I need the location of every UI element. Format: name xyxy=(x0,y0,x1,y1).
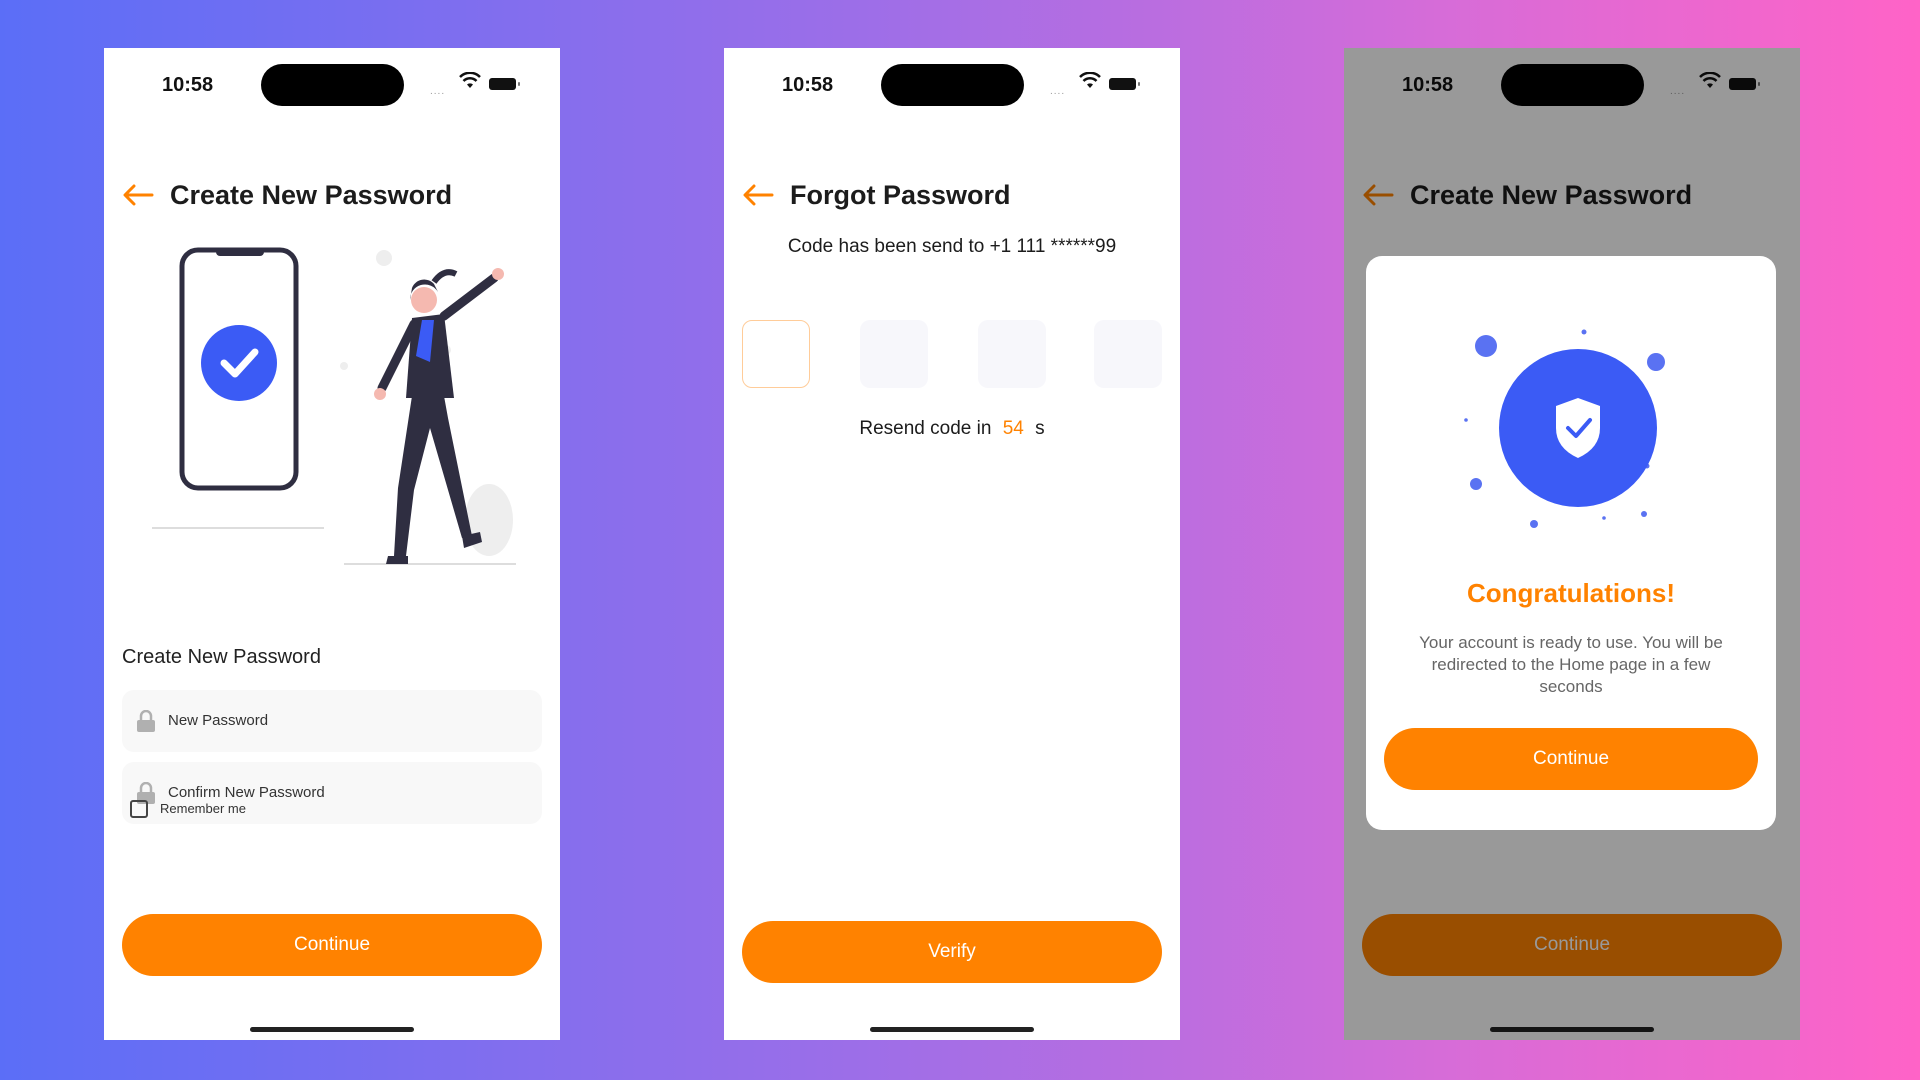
status-time: 10:58 xyxy=(782,74,834,96)
wifi-icon xyxy=(459,72,481,88)
remember-label: Remember me xyxy=(160,801,246,816)
remember-checkbox[interactable] xyxy=(130,800,148,818)
page-title: Create New Password xyxy=(170,180,453,210)
back-arrow-icon[interactable] xyxy=(122,184,154,206)
dialog-continue-button[interactable]: Continue xyxy=(1384,728,1758,790)
header: Create New Password xyxy=(122,176,560,226)
create-password-screen: 10:58 .... Create New Password Create Ne… xyxy=(104,48,560,1040)
otp-input-4[interactable] xyxy=(1094,320,1162,388)
otp-input-1[interactable] xyxy=(742,320,810,388)
battery-icon xyxy=(489,78,520,90)
continue-button[interactable]: Continue xyxy=(122,914,542,976)
section-label: Create New Password xyxy=(122,646,321,668)
status-bar: 10:58 .... xyxy=(724,48,1180,128)
otp-input-3[interactable] xyxy=(978,320,1046,388)
back-arrow-icon[interactable] xyxy=(742,184,774,206)
checkmark-icon xyxy=(201,325,277,401)
forgot-password-screen: 10:58 .... Forgot Password Code has been… xyxy=(724,48,1180,1040)
otp-input-2[interactable] xyxy=(860,320,928,388)
home-indicator xyxy=(870,1027,1034,1032)
lock-icon xyxy=(137,710,155,732)
wifi-icon xyxy=(1079,72,1101,88)
resend-prefix: Resend code in xyxy=(859,418,992,439)
dialog-message: Your account is ready to use. You will b… xyxy=(1419,633,1723,696)
new-password-placeholder: New Password xyxy=(168,712,269,729)
congratulations-dialog: Congratulations! Your account is ready t… xyxy=(1366,256,1776,830)
illustration xyxy=(152,247,516,565)
page-title: Forgot Password xyxy=(790,180,1011,210)
congratulations-screen: 10:58 .... Create New Password Continue … xyxy=(1344,48,1800,1040)
signal-icon: .... xyxy=(430,86,446,97)
dialog-title: Congratulations! xyxy=(1467,578,1675,608)
battery-icon xyxy=(1109,78,1140,90)
signal-icon: .... xyxy=(1050,86,1066,97)
new-password-field[interactable]: New Password xyxy=(122,690,542,752)
resend-seconds: 54 xyxy=(1002,418,1024,439)
shield-check-icon xyxy=(1464,329,1665,528)
resend-timer: Resend code in 54 s xyxy=(724,418,1180,440)
dynamic-island xyxy=(881,64,1024,106)
header: Forgot Password xyxy=(742,176,1180,226)
code-sent-text: Code has been send to +1 111 ******99 xyxy=(787,236,1117,257)
status-time: 10:58 xyxy=(162,74,214,96)
resend-suffix: s xyxy=(1035,418,1045,439)
status-bar: 10:58 .... xyxy=(104,48,560,128)
dynamic-island xyxy=(261,64,404,106)
confirm-password-placeholder: Confirm New Password xyxy=(168,784,325,801)
verify-button[interactable]: Verify xyxy=(742,921,1162,983)
home-indicator xyxy=(250,1027,414,1032)
